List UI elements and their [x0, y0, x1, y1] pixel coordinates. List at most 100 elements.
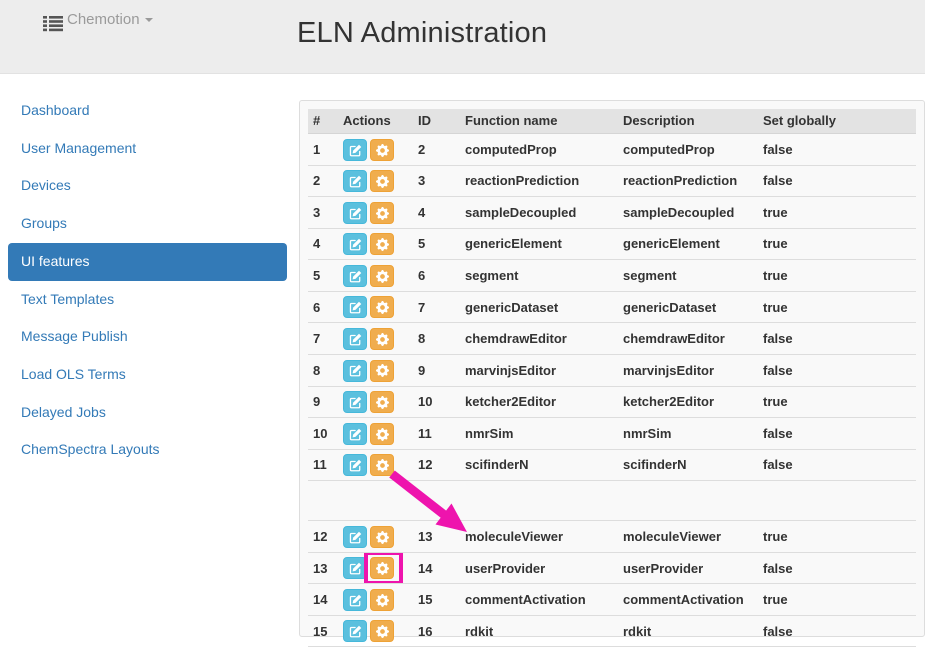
- settings-button[interactable]: [370, 557, 394, 579]
- settings-button[interactable]: [370, 526, 394, 548]
- brand-dropdown[interactable]: Chemotion: [67, 11, 153, 28]
- sidebar-item-message-publish[interactable]: Message Publish: [8, 318, 287, 356]
- table-row: 34sampleDecoupledsampleDecoupledtrue: [308, 197, 916, 229]
- actions-cell: [338, 165, 413, 197]
- set-globally-cell: false: [758, 354, 916, 386]
- description-cell: segment: [618, 260, 758, 292]
- description-cell: sampleDecoupled: [618, 197, 758, 229]
- sidebar-item-groups[interactable]: Groups: [8, 205, 287, 243]
- description-cell: marvinjsEditor: [618, 354, 758, 386]
- actions-cell: [338, 354, 413, 386]
- edit-button[interactable]: [343, 423, 367, 445]
- pencil-square-icon: [349, 592, 362, 607]
- pencil-square-icon: [349, 236, 362, 251]
- row-id: 5: [413, 228, 460, 260]
- sidebar-item-chemspectra-layouts[interactable]: ChemSpectra Layouts: [8, 431, 287, 469]
- settings-button[interactable]: [370, 391, 394, 413]
- column-header-set-globally: Set globally: [758, 109, 916, 134]
- pencil-square-icon: [349, 394, 362, 409]
- description-cell: scifinderN: [618, 449, 758, 481]
- function-name-cell: genericDataset: [460, 291, 618, 323]
- edit-button[interactable]: [343, 139, 367, 161]
- row-number: 15: [308, 615, 338, 647]
- settings-button[interactable]: [370, 233, 394, 255]
- table-row: 1314userProvideruserProviderfalse: [308, 552, 916, 584]
- table-row: 78chemdrawEditorchemdrawEditorfalse: [308, 323, 916, 355]
- settings-button[interactable]: [370, 139, 394, 161]
- row-id: 4: [413, 197, 460, 229]
- sidebar-item-devices[interactable]: Devices: [8, 167, 287, 205]
- edit-button[interactable]: [343, 265, 367, 287]
- actions-cell: [338, 260, 413, 292]
- column-header-id: ID: [413, 109, 460, 134]
- gear-icon: [376, 592, 389, 607]
- edit-button[interactable]: [343, 233, 367, 255]
- set-globally-cell: true: [758, 228, 916, 260]
- gear-icon: [376, 173, 389, 188]
- settings-button[interactable]: [370, 589, 394, 611]
- sidebar-nav: DashboardUser ManagementDevicesGroupsUI …: [8, 92, 287, 469]
- edit-button[interactable]: [343, 526, 367, 548]
- sidebar-item-user-management[interactable]: User Management: [8, 130, 287, 168]
- edit-button[interactable]: [343, 557, 367, 579]
- row-id: 15: [413, 584, 460, 616]
- settings-button[interactable]: [370, 296, 394, 318]
- edit-button[interactable]: [343, 589, 367, 611]
- set-globally-cell: true: [758, 521, 916, 553]
- actions-cell: [338, 134, 413, 166]
- row-number: 11: [308, 449, 338, 481]
- table-row: 1516rdkitrdkitfalse: [308, 615, 916, 647]
- sidebar-item-text-templates[interactable]: Text Templates: [8, 281, 287, 319]
- row-number: 8: [308, 354, 338, 386]
- function-name-cell: computedProp: [460, 134, 618, 166]
- settings-button[interactable]: [370, 454, 394, 476]
- pencil-square-icon: [349, 205, 362, 220]
- sidebar-item-dashboard[interactable]: Dashboard: [8, 92, 287, 130]
- description-cell: userProvider: [618, 552, 758, 584]
- gear-icon: [376, 457, 389, 472]
- row-number: 5: [308, 260, 338, 292]
- table-row: 45genericElementgenericElementtrue: [308, 228, 916, 260]
- edit-button[interactable]: [343, 454, 367, 476]
- edit-button[interactable]: [343, 328, 367, 350]
- edit-button[interactable]: [343, 620, 367, 642]
- table-row: 1011nmrSimnmrSimfalse: [308, 418, 916, 450]
- edit-button[interactable]: [343, 202, 367, 224]
- description-cell: reactionPrediction: [618, 165, 758, 197]
- menu-list-icon[interactable]: [43, 15, 63, 32]
- settings-button[interactable]: [370, 423, 394, 445]
- gear-icon: [376, 623, 389, 638]
- function-name-cell: userProvider: [460, 552, 618, 584]
- row-id: 8: [413, 323, 460, 355]
- sidebar-item-load-ols-terms[interactable]: Load OLS Terms: [8, 356, 287, 394]
- edit-button[interactable]: [343, 391, 367, 413]
- sidebar-item-delayed-jobs[interactable]: Delayed Jobs: [8, 394, 287, 432]
- set-globally-cell: false: [758, 134, 916, 166]
- column-header-description: Description: [618, 109, 758, 134]
- pencil-square-icon: [349, 268, 362, 283]
- edit-button[interactable]: [343, 296, 367, 318]
- edit-button[interactable]: [343, 170, 367, 192]
- description-cell: ketcher2Editor: [618, 386, 758, 418]
- gear-icon: [376, 363, 389, 378]
- row-id: 11: [413, 418, 460, 450]
- settings-button[interactable]: [370, 265, 394, 287]
- function-name-cell: commentActivation: [460, 584, 618, 616]
- description-cell: chemdrawEditor: [618, 323, 758, 355]
- actions-cell: [338, 323, 413, 355]
- settings-button[interactable]: [370, 328, 394, 350]
- actions-cell: [338, 521, 413, 553]
- settings-button[interactable]: [370, 620, 394, 642]
- table-row: 910ketcher2Editorketcher2Editortrue: [308, 386, 916, 418]
- edit-button[interactable]: [343, 360, 367, 382]
- pencil-square-icon: [349, 173, 362, 188]
- settings-button[interactable]: [370, 202, 394, 224]
- function-name-cell: reactionPrediction: [460, 165, 618, 197]
- sidebar-item-ui-features[interactable]: UI features: [8, 243, 287, 281]
- page-title: ELN Administration: [297, 17, 547, 50]
- actions-cell: [338, 197, 413, 229]
- row-id: 2: [413, 134, 460, 166]
- table-row: 23reactionPredictionreactionPredictionfa…: [308, 165, 916, 197]
- settings-button[interactable]: [370, 360, 394, 382]
- settings-button[interactable]: [370, 170, 394, 192]
